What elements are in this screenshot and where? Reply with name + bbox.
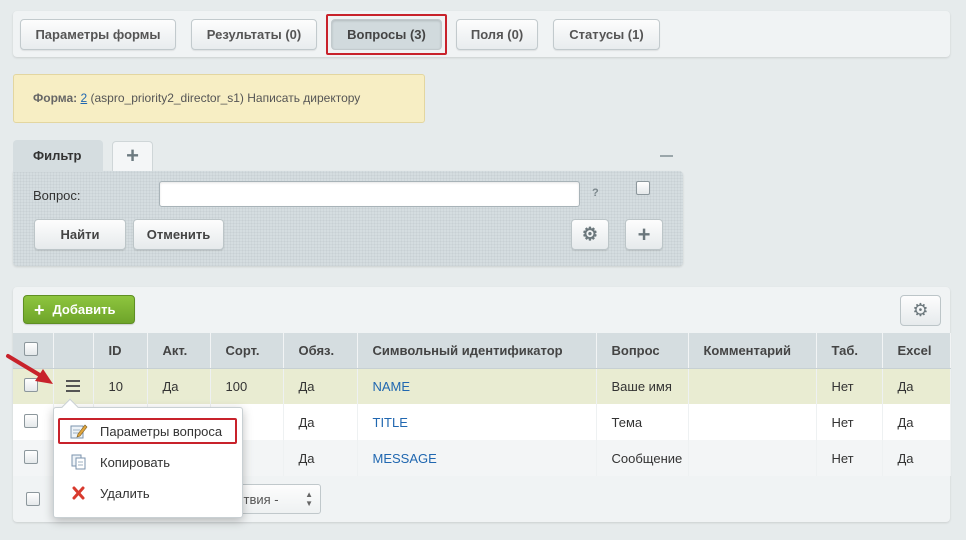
form-info-note: Форма: 2 (aspro_priority2_director_s1) Н… <box>13 74 425 123</box>
grid-settings-button[interactable]: ⚙ <box>900 295 941 326</box>
question-filter-input[interactable] <box>159 181 580 207</box>
cell-code: TITLE <box>357 404 597 440</box>
tab-fields[interactable]: Поля (0) <box>456 19 538 50</box>
cell-required: Да <box>283 368 358 404</box>
add-button-label: Добавить <box>52 302 116 317</box>
cell-tab: Нет <box>816 440 883 476</box>
column-header-sort[interactable]: Сорт. <box>210 333 284 369</box>
column-header-tab[interactable]: Таб. <box>816 333 883 369</box>
menu-item-highlight-frame <box>58 418 237 444</box>
actions-column-header <box>53 333 94 369</box>
menu-item-label: Копировать <box>100 454 170 470</box>
question-filter-label: Вопрос: <box>33 188 81 203</box>
help-icon[interactable]: ? <box>592 187 599 199</box>
cell-tab: Нет <box>816 404 883 440</box>
group-action-value: ствия - <box>237 492 279 507</box>
row-actions-cell <box>53 368 94 404</box>
select-arrows-icon: ▲ ▼ <box>305 490 313 508</box>
delete-icon <box>60 485 100 501</box>
row-select-cell <box>13 404 54 440</box>
cell-comment <box>688 368 817 404</box>
cell-code: NAME <box>357 368 597 404</box>
form-label: Форма: <box>33 91 78 105</box>
tab-results[interactable]: Результаты (0) <box>191 19 317 50</box>
row-checkbox[interactable] <box>24 414 38 428</box>
copy-icon <box>60 454 100 470</box>
form-id-link[interactable]: 2 <box>80 91 87 105</box>
column-header-question[interactable]: Вопрос <box>596 333 689 369</box>
column-header-comment[interactable]: Комментарий <box>688 333 817 369</box>
column-header-active[interactable]: Акт. <box>147 333 211 369</box>
cell-active: Да <box>147 368 211 404</box>
code-link[interactable]: TITLE <box>373 415 408 430</box>
menu-item-copy[interactable]: Копировать <box>60 449 236 475</box>
column-header-required[interactable]: Обяз. <box>283 333 358 369</box>
row-select-cell <box>13 440 54 476</box>
cell-required: Да <box>283 404 358 440</box>
tab-highlight-frame <box>326 14 447 55</box>
code-link[interactable]: NAME <box>373 379 411 394</box>
cell-id: 10 <box>93 368 148 404</box>
plus-icon: + <box>637 221 651 247</box>
find-button[interactable]: Найти <box>34 219 126 250</box>
row-checkbox[interactable] <box>24 450 38 464</box>
table-header-row: ID Акт. Сорт. Обяз. Символьный идентифик… <box>13 333 951 369</box>
cell-sort: 100 <box>210 368 284 404</box>
tab-statuses[interactable]: Статусы (1) <box>553 19 660 50</box>
hamburger-menu-icon[interactable] <box>65 380 80 393</box>
form-description: (aspro_priority2_director_s1) Написать д… <box>90 91 361 105</box>
filter-tab[interactable]: Фильтр <box>13 140 103 172</box>
cell-question: Сообщение <box>596 440 689 476</box>
cell-excel: Да <box>882 404 951 440</box>
footer-select-all-checkbox[interactable] <box>26 492 40 506</box>
cell-excel: Да <box>882 368 951 404</box>
menu-item-label: Удалить <box>100 485 150 501</box>
cell-comment <box>688 404 817 440</box>
filter-settings-button[interactable]: ⚙ <box>571 219 609 250</box>
cell-question: Ваше имя <box>596 368 689 404</box>
gear-icon: ⚙ <box>581 224 599 244</box>
cell-question: Тема <box>596 404 689 440</box>
add-filter-field-button[interactable]: + <box>625 219 663 250</box>
minimize-filter-icon[interactable] <box>660 155 673 157</box>
cell-excel: Да <box>882 440 951 476</box>
cell-tab: Нет <box>816 368 883 404</box>
red-arrow-icon <box>6 354 53 384</box>
gear-icon: ⚙ <box>912 300 929 320</box>
code-link[interactable]: MESSAGE <box>373 451 437 466</box>
column-header-code[interactable]: Символьный идентификатор <box>357 333 597 369</box>
tab-form-params[interactable]: Параметры формы <box>20 19 176 50</box>
plus-icon: + <box>34 299 45 320</box>
cell-required: Да <box>283 440 358 476</box>
add-question-button[interactable]: + Добавить <box>23 295 135 324</box>
table-row[interactable]: 10 Да 100 Да NAME Ваше имя Нет Да <box>13 368 951 404</box>
cell-code: MESSAGE <box>357 440 597 476</box>
cancel-button[interactable]: Отменить <box>133 219 224 250</box>
column-header-excel[interactable]: Excel <box>882 333 951 369</box>
cell-comment <box>688 440 817 476</box>
add-filter-tab-button[interactable]: + <box>112 141 153 171</box>
menu-item-delete[interactable]: Удалить <box>60 480 236 506</box>
filter-field-checkbox[interactable] <box>636 181 650 195</box>
column-header-id[interactable]: ID <box>93 333 148 369</box>
